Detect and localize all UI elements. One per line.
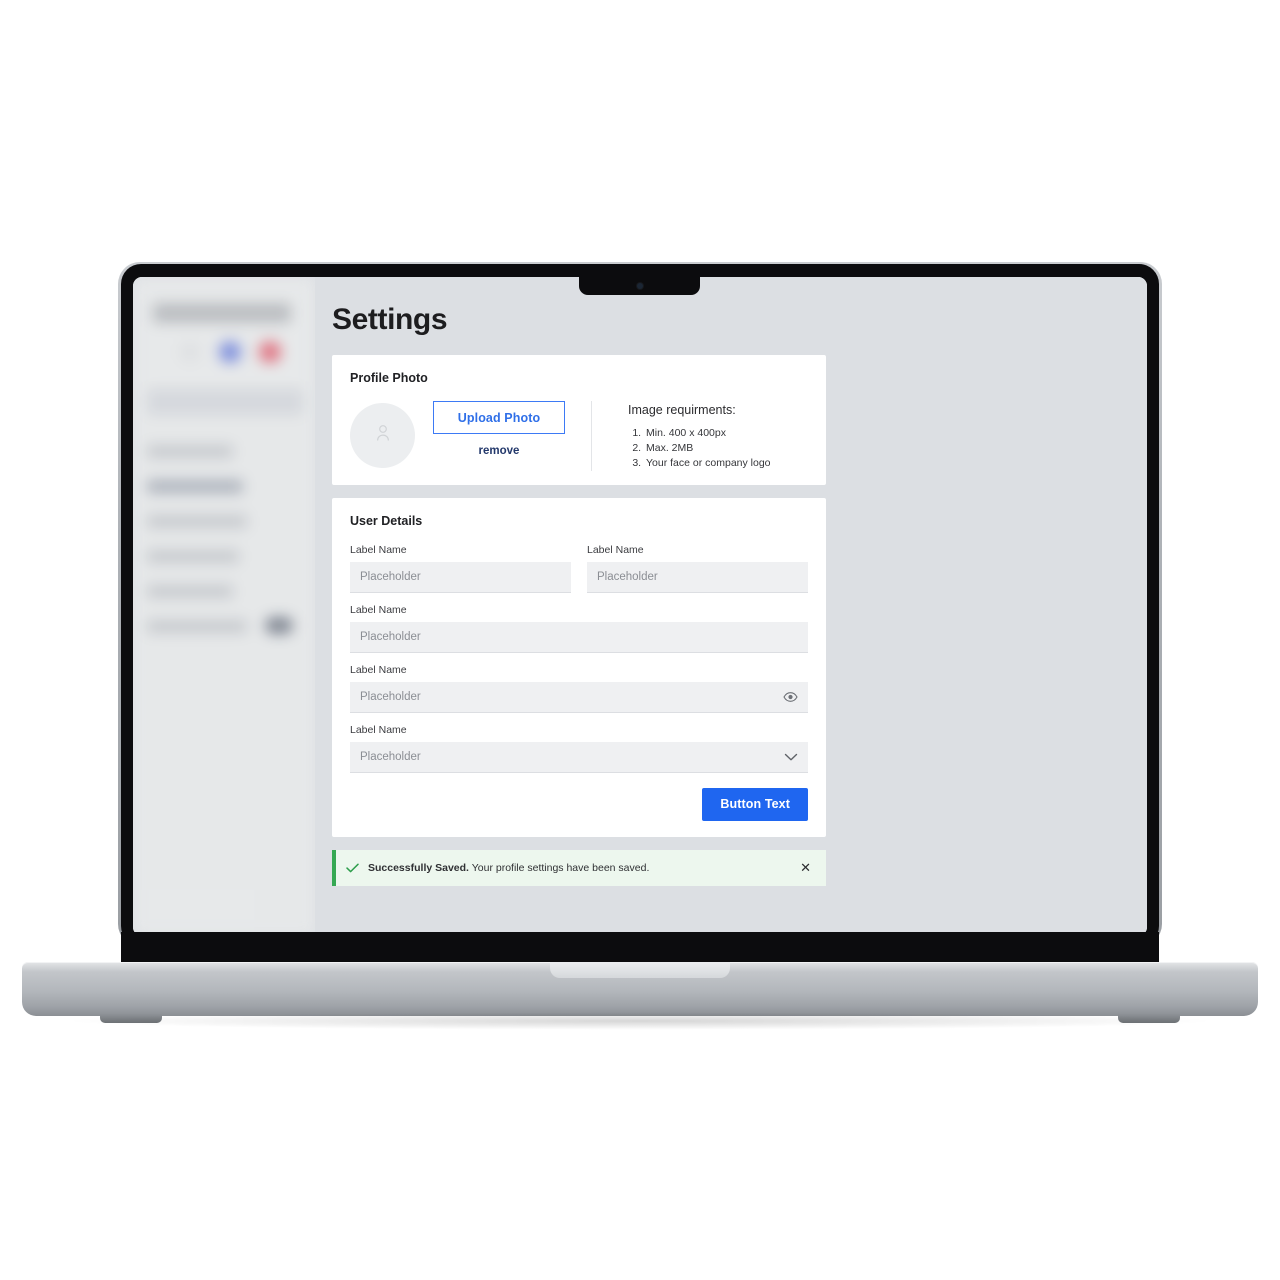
sidebar-dot-blue [219, 341, 241, 363]
sidebar-status-dots [179, 341, 303, 363]
profile-photo-card: Profile Photo Upload Photo remove Image … [332, 355, 826, 485]
field-group-4: Label Name [350, 664, 808, 713]
profile-photo-row: Upload Photo remove Image requirments: M… [350, 401, 808, 471]
select-input[interactable] [350, 741, 808, 773]
text-input-3[interactable] [350, 621, 808, 653]
sidebar-item-0[interactable] [147, 445, 233, 458]
text-input-2[interactable] [587, 561, 808, 593]
eye-icon[interactable] [783, 692, 798, 703]
laptop-base [22, 962, 1258, 1023]
requirement-item: Max. 2MB [644, 441, 771, 456]
sidebar-search-input[interactable] [147, 389, 303, 415]
laptop-mockup: Settings Profile Photo Upload Photo remo… [0, 0, 1280, 1280]
field-label-1: Label Name [350, 543, 407, 556]
field-label-2: Label Name [587, 543, 644, 556]
sidebar[interactable] [133, 277, 315, 936]
sidebar-item-1[interactable] [147, 480, 243, 493]
avatar [350, 403, 415, 468]
image-requirements-list: Min. 400 x 400px Max. 2MB Your face or c… [644, 426, 771, 471]
sidebar-item-5[interactable] [147, 620, 247, 633]
field-label-4: Label Name [350, 663, 407, 676]
chevron-down-icon[interactable] [784, 753, 798, 762]
user-details-card: User Details Label Name Label Name [332, 497, 826, 837]
success-alert: Successfully Saved. Your profile setting… [332, 849, 826, 886]
alert-text: Successfully Saved. Your profile setting… [368, 862, 797, 874]
input-wrap-4 [350, 681, 808, 713]
field-label-5: Label Name [350, 723, 407, 736]
laptop-hinge [121, 932, 1159, 966]
password-input[interactable] [350, 681, 808, 713]
field-label-3: Label Name [350, 603, 407, 616]
screenshot-stage: Settings Profile Photo Upload Photo remo… [0, 0, 1280, 1280]
camera-icon [636, 283, 643, 289]
remove-photo-link[interactable]: remove [479, 445, 520, 457]
field-group-2: Label Name [587, 544, 808, 593]
submit-button[interactable]: Button Text [702, 787, 808, 821]
sidebar-item-2[interactable] [147, 515, 247, 528]
sidebar-dot-gray [179, 341, 201, 363]
vertical-divider [591, 401, 592, 471]
input-wrap-5 [350, 741, 808, 773]
alert-message: Your profile settings have been saved. [471, 861, 650, 874]
sidebar-logo [153, 303, 291, 323]
submit-row: Button Text [350, 787, 808, 821]
input-wrap-3 [350, 621, 808, 653]
input-wrap-2 [587, 561, 808, 593]
input-wrap-1 [350, 561, 571, 593]
upload-column: Upload Photo remove [433, 401, 565, 457]
laptop-screen: Settings Profile Photo Upload Photo remo… [133, 277, 1147, 936]
requirement-item: Your face or company logo [644, 456, 771, 471]
app-window: Settings Profile Photo Upload Photo remo… [133, 277, 1147, 936]
sidebar-toggle[interactable] [265, 617, 293, 634]
field-group-5: Label Name [350, 724, 808, 773]
sidebar-item-5-row [147, 617, 303, 634]
requirement-item: Min. 400 x 400px [644, 426, 771, 441]
laptop-shadow [60, 1012, 1220, 1030]
profile-photo-card-title: Profile Photo [350, 371, 428, 385]
text-input-1[interactable] [350, 561, 571, 593]
field-group-1: Label Name [350, 544, 571, 593]
alert-title: Successfully Saved. [368, 861, 469, 874]
page-title: Settings [332, 303, 448, 336]
main-content: Settings Profile Photo Upload Photo remo… [315, 277, 1147, 936]
close-icon[interactable]: ✕ [797, 859, 814, 876]
image-requirements: Image requirments: Min. 400 x 400px Max.… [628, 401, 771, 471]
image-requirements-title: Image requirments: [628, 403, 736, 417]
user-details-card-title: User Details [350, 513, 423, 528]
person-icon [375, 424, 391, 447]
sidebar-item-3[interactable] [147, 550, 239, 563]
sidebar-item-4[interactable] [147, 585, 233, 598]
field-group-3: Label Name [350, 604, 808, 653]
sidebar-dot-red [259, 341, 281, 363]
screen-notch [579, 277, 700, 295]
upload-photo-button[interactable]: Upload Photo [433, 401, 565, 434]
form-row-1: Label Name Label Name [350, 544, 808, 604]
check-icon [346, 863, 359, 873]
